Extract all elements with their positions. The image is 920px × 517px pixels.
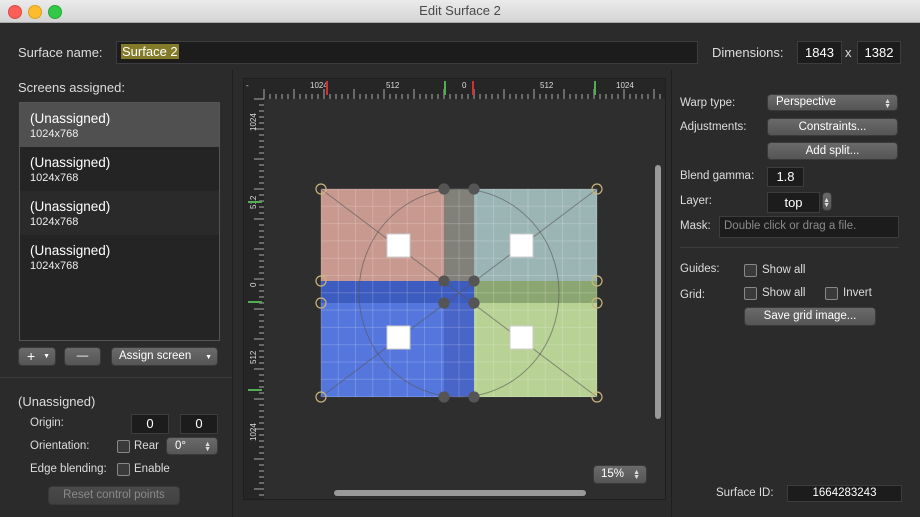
list-item[interactable]: (Unassigned) 1024x768 [20, 147, 219, 191]
chevron-down-icon: ▼ [43, 353, 50, 360]
ruler-top-label: 1024 [616, 81, 634, 90]
add-split-button[interactable]: Add split... [767, 142, 898, 160]
origin-label: Origin: [30, 417, 64, 429]
add-screen-button[interactable]: + ▼ [18, 347, 56, 366]
control-point[interactable] [468, 183, 480, 195]
mask-label: Mask: [680, 220, 711, 232]
stepper-arrows-icon: ▲ ▼ [884, 98, 891, 110]
adjustments-label: Adjustments: [680, 121, 747, 133]
stepper-arrows-icon: ▲ ▼ [823, 197, 830, 209]
guides-label: Guides: [680, 263, 720, 275]
guides-show-all-checkbox[interactable] [744, 264, 757, 277]
ruler-top-label: 1024 [310, 81, 328, 90]
vertical-scrollbar[interactable] [655, 165, 661, 419]
warp-type-select[interactable]: Perspective ▲ ▼ [767, 94, 898, 111]
rear-checkbox[interactable] [117, 440, 130, 453]
title-bar: Edit Surface 2 [0, 0, 920, 23]
grid-show-all-checkbox[interactable] [744, 287, 757, 300]
ruler-left-label: 1024 [249, 423, 258, 441]
surface-canvas[interactable]: - 1024 512 0 512 1024 1024 512 0 512 102… [243, 78, 666, 500]
control-point[interactable] [438, 391, 450, 403]
screens-list[interactable]: (Unassigned) 1024x768 (Unassigned) 1024x… [19, 102, 220, 341]
assign-screen-button[interactable]: Assign screen ▼ [111, 347, 218, 366]
grid-show-all-label: Show all [762, 287, 806, 299]
origin-y-field[interactable]: 0 [180, 414, 218, 434]
ruler-top-label: - [246, 81, 249, 90]
height-field[interactable]: 1382 [857, 41, 901, 64]
divider [671, 70, 672, 517]
control-point[interactable] [438, 183, 450, 195]
selected-screen-title: (Unassigned) [18, 394, 96, 409]
ruler-left-label: 1024 [249, 113, 258, 131]
origin-x-field[interactable]: 0 [131, 414, 169, 434]
surface-name-value: Surface 2 [121, 44, 179, 59]
control-point[interactable] [468, 275, 480, 287]
control-point[interactable] [438, 297, 450, 309]
surface-id-field: 1664283243 [787, 485, 902, 502]
chevron-down-icon: ▼ [205, 354, 212, 361]
ruler-top-label: 0 [462, 81, 467, 90]
blend-gamma-label: Blend gamma: [680, 170, 755, 182]
control-point[interactable] [468, 297, 480, 309]
divider [232, 70, 233, 517]
dimensions-label: Dimensions: [712, 45, 784, 60]
zoom-select[interactable]: 15% ▲ ▼ [593, 465, 647, 484]
rear-label: Rear [134, 440, 159, 452]
layer-label: Layer: [680, 195, 712, 207]
warp-type-label: Warp type: [680, 97, 736, 109]
ruler-top-label: 512 [540, 81, 554, 90]
enable-label: Enable [134, 463, 170, 475]
rotation-select[interactable]: 0° ▲ ▼ [166, 437, 218, 455]
dimensions-x: x [845, 45, 852, 60]
screens-label: Screens assigned: [18, 80, 125, 95]
control-point[interactable] [468, 391, 480, 403]
stepper-arrows-icon: ▲ ▼ [633, 469, 640, 481]
remove-screen-button[interactable]: — [64, 347, 101, 366]
horizontal-scrollbar[interactable] [334, 490, 586, 496]
surface-name-label: Surface name: [18, 45, 103, 60]
ruler-top-label: 512 [386, 81, 400, 90]
warp-preview: - 1024 512 0 512 1024 1024 512 0 512 102… [244, 79, 665, 499]
mask-field[interactable]: Double click or drag a file. [719, 216, 899, 238]
divider [680, 247, 899, 248]
edge-blending-checkbox[interactable] [117, 463, 130, 476]
ruler-left-label: 512 [249, 350, 258, 364]
reset-control-points-button[interactable]: Reset control points [48, 486, 180, 505]
layer-stepper[interactable]: ▲ ▼ [822, 192, 832, 211]
ruler-left-label: 0 [249, 282, 258, 287]
list-item[interactable]: (Unassigned) 1024x768 [20, 191, 219, 235]
surface-name-field[interactable]: Surface 2 [116, 41, 698, 64]
grid-invert-checkbox[interactable] [825, 287, 838, 300]
guides-show-all-label: Show all [762, 264, 806, 276]
edge-blending-label: Edge blending: [30, 463, 107, 475]
surface-id-label: Surface ID: [716, 487, 774, 499]
blend-gamma-field[interactable]: 1.8 [767, 167, 804, 187]
constraints-button[interactable]: Constraints... [767, 118, 898, 136]
mask-placeholder: Double click or drag a file. [724, 220, 857, 232]
control-point[interactable] [438, 275, 450, 287]
grid-label: Grid: [680, 289, 705, 301]
save-grid-image-button[interactable]: Save grid image... [744, 307, 876, 326]
width-field[interactable]: 1843 [797, 41, 842, 64]
orientation-label: Orientation: [30, 440, 90, 452]
list-item[interactable]: (Unassigned) 1024x768 [20, 235, 219, 279]
grid-invert-label: Invert [843, 287, 872, 299]
layer-field[interactable]: top [767, 192, 820, 213]
stepper-arrows-icon: ▲ ▼ [204, 441, 211, 453]
list-item[interactable]: (Unassigned) 1024x768 [20, 103, 219, 147]
window-title: Edit Surface 2 [419, 3, 501, 18]
divider [0, 377, 232, 378]
